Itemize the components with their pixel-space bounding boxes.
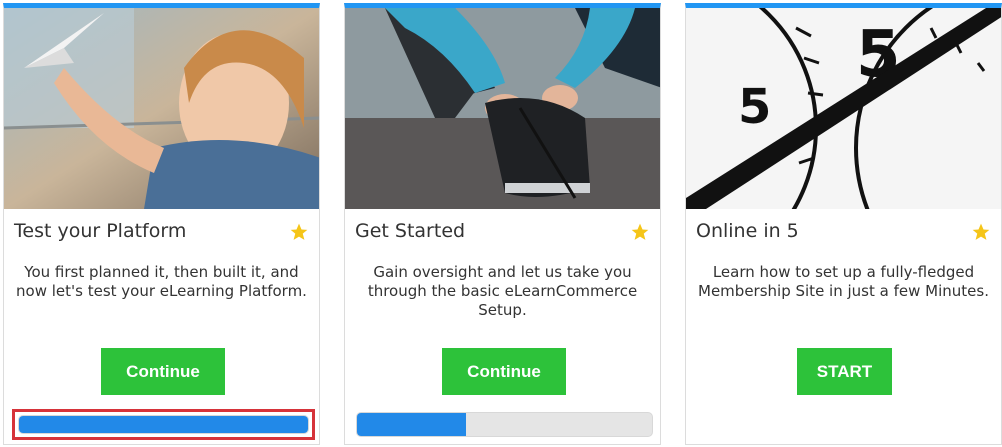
course-card-get-started[interactable]: Get Started Gain oversight and let us ta… bbox=[344, 3, 661, 445]
card-title: Test your Platform bbox=[14, 220, 187, 242]
star-icon[interactable] bbox=[971, 222, 991, 242]
start-button[interactable]: START bbox=[797, 348, 892, 395]
progress-track bbox=[18, 415, 309, 434]
progress-bar bbox=[353, 409, 656, 440]
course-card-test-platform[interactable]: Test your Platform You first planned it,… bbox=[3, 3, 320, 445]
star-icon[interactable] bbox=[630, 222, 650, 242]
progress-fill bbox=[357, 413, 467, 436]
card-description: Learn how to set up a fully-fledged Memb… bbox=[698, 263, 989, 300]
progress-fill bbox=[19, 416, 308, 433]
card-description: Gain oversight and let us take you throu… bbox=[367, 263, 638, 319]
course-card-online-in-5[interactable]: 5 5 Online in 5 Learn how to set up a fu… bbox=[685, 3, 1002, 445]
svg-text:5: 5 bbox=[738, 79, 771, 135]
card-title: Online in 5 bbox=[696, 220, 799, 242]
continue-button[interactable]: Continue bbox=[101, 348, 225, 395]
star-icon[interactable] bbox=[289, 222, 309, 242]
continue-button[interactable]: Continue bbox=[442, 348, 566, 395]
card-image-stopwatch: 5 5 bbox=[686, 8, 1001, 209]
card-image-girl-paper-plane bbox=[4, 8, 319, 209]
progress-bar bbox=[12, 409, 315, 440]
card-title: Get Started bbox=[355, 220, 466, 242]
progress-track bbox=[356, 412, 653, 437]
card-description: You first planned it, then built it, and… bbox=[16, 263, 307, 300]
card-image-tying-shoe bbox=[345, 8, 660, 209]
